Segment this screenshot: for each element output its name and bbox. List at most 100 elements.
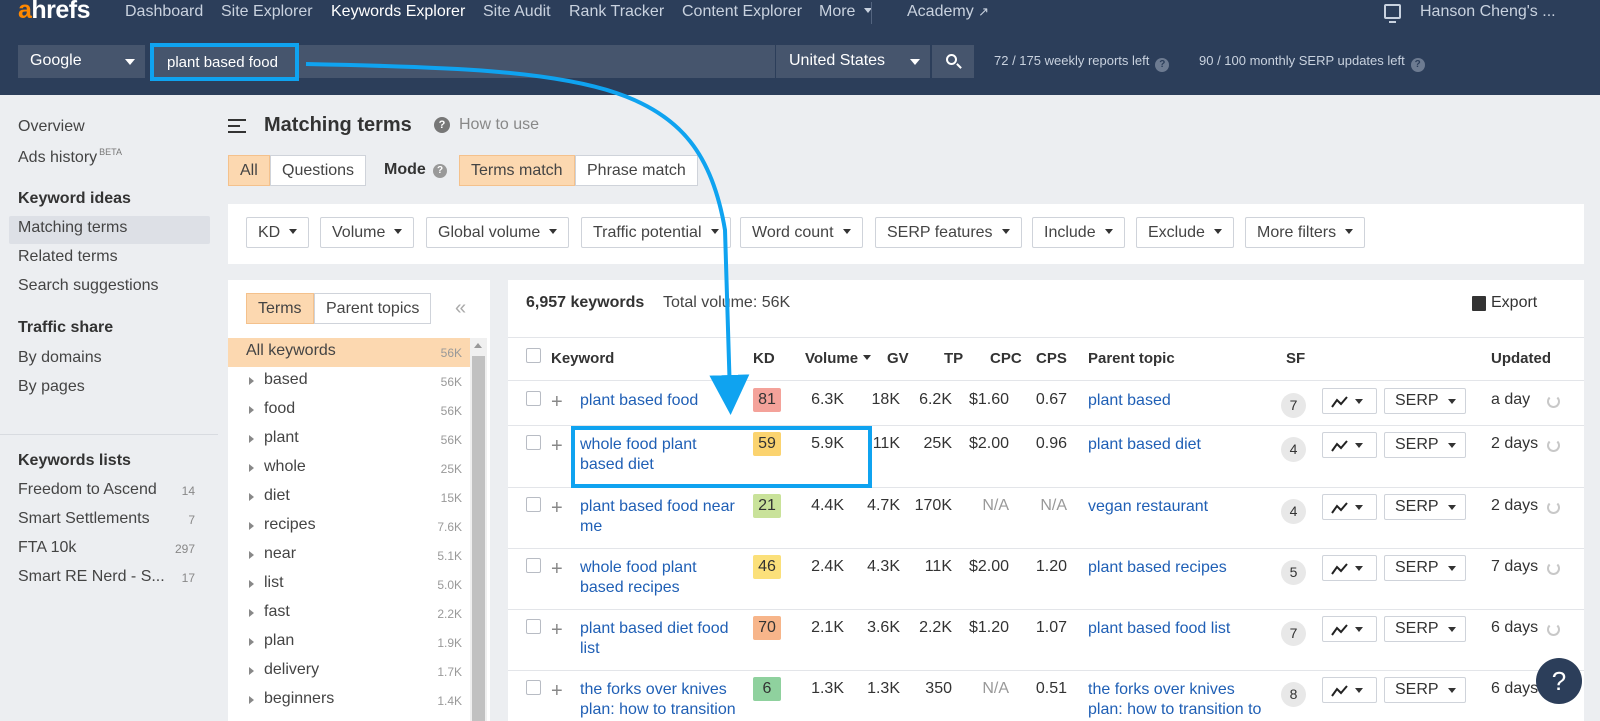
row-checkbox[interactable] — [526, 497, 541, 512]
col-sf[interactable]: SF — [1286, 350, 1305, 367]
keyword-list-item[interactable]: FTA 10k — [18, 539, 76, 557]
keyword-list-item[interactable]: Smart RE Nerd - S... — [18, 568, 165, 586]
parent-topic-link[interactable]: plant based — [1088, 391, 1171, 411]
add-to-list-icon[interactable]: + — [551, 559, 563, 579]
serp-dropdown[interactable]: SERP — [1384, 616, 1466, 642]
question-icon[interactable]: ? — [433, 164, 447, 178]
serp-dropdown[interactable]: SERP — [1384, 494, 1466, 520]
nav-dashboard[interactable]: Dashboard — [125, 3, 203, 21]
term-row[interactable]: diet 15K — [228, 483, 470, 512]
question-icon[interactable]: ? — [434, 117, 450, 133]
sidebar-item-overview[interactable]: Overview — [18, 118, 85, 136]
nav-more[interactable]: More — [819, 3, 873, 21]
sidebar-item-related-terms[interactable]: Related terms — [18, 248, 118, 266]
mode-phrase-match[interactable]: Phrase match — [575, 155, 698, 186]
refresh-icon[interactable] — [1547, 439, 1560, 452]
col-updated[interactable]: Updated — [1491, 350, 1551, 367]
col-keyword[interactable]: Keyword — [551, 350, 614, 367]
tab-questions[interactable]: Questions — [270, 155, 367, 186]
keyword-link[interactable]: the forks over knives plan: how to transi… — [580, 680, 736, 720]
filter-serp-features[interactable]: SERP features — [875, 217, 1022, 248]
col-gv[interactable]: GV — [887, 350, 909, 367]
nav-rank-tracker[interactable]: Rank Tracker — [569, 3, 664, 21]
nav-site-explorer[interactable]: Site Explorer — [221, 3, 313, 21]
term-row[interactable]: All keywords 56K — [228, 338, 470, 367]
select-all-checkbox[interactable] — [526, 348, 541, 363]
sidebar-item-by-pages[interactable]: By pages — [18, 378, 85, 396]
trend-dropdown[interactable] — [1322, 494, 1377, 520]
serp-features-count[interactable]: 8 — [1281, 682, 1306, 707]
keyword-link[interactable]: plant based diet food list — [580, 619, 729, 659]
parent-topic-link[interactable]: the forks over knives plan: how to transi… — [1088, 680, 1261, 720]
col-cps[interactable]: CPS — [1036, 350, 1067, 367]
term-row[interactable]: list 5.0K — [228, 570, 470, 599]
filter-volume[interactable]: Volume — [320, 217, 415, 248]
term-row[interactable]: food 56K — [228, 396, 470, 425]
trend-dropdown[interactable] — [1322, 616, 1377, 642]
question-icon[interactable]: ? — [1155, 58, 1170, 72]
col-tp[interactable]: TP — [944, 350, 963, 367]
add-to-list-icon[interactable]: + — [551, 620, 563, 640]
export-button[interactable]: Export — [1491, 294, 1537, 312]
term-row[interactable]: beginners 1.4K — [228, 686, 470, 715]
mode-terms-match[interactable]: Terms match — [459, 155, 575, 186]
country-select[interactable]: United States — [776, 45, 930, 78]
row-checkbox[interactable] — [526, 558, 541, 573]
refresh-icon[interactable] — [1547, 623, 1560, 636]
nav-academy[interactable]: Academy ↗ — [907, 3, 989, 21]
serp-dropdown[interactable]: SERP — [1384, 677, 1466, 703]
ahrefs-logo[interactable]: ahrefs — [18, 0, 91, 25]
user-menu[interactable]: Hanson Cheng's ... — [1420, 3, 1556, 21]
sidebar-item-ads-history[interactable]: Ads history BETA — [18, 147, 122, 167]
serp-dropdown[interactable]: SERP — [1384, 388, 1466, 414]
filter-global-volume[interactable]: Global volume — [426, 217, 570, 248]
keyword-list-item[interactable]: Smart Settlements — [18, 510, 150, 528]
sidebar-item-matching-terms[interactable]: Matching terms — [18, 219, 127, 237]
filter-include[interactable]: Include — [1032, 217, 1125, 248]
keyword-link[interactable]: whole food plant based recipes — [580, 558, 697, 598]
row-checkbox[interactable] — [526, 435, 541, 450]
parent-topic-link[interactable]: plant based recipes — [1088, 558, 1227, 578]
serp-features-count[interactable]: 4 — [1281, 499, 1306, 524]
serp-features-count[interactable]: 7 — [1281, 621, 1306, 646]
term-row[interactable]: plant 56K — [228, 425, 470, 454]
add-to-list-icon[interactable]: + — [551, 498, 563, 518]
search-engine-select[interactable]: Google — [18, 45, 145, 78]
row-checkbox[interactable] — [526, 391, 541, 406]
filter-more-filters[interactable]: More filters — [1245, 217, 1366, 248]
trend-dropdown[interactable] — [1322, 388, 1377, 414]
term-row[interactable]: delivery 1.7K — [228, 657, 470, 686]
row-checkbox[interactable] — [526, 680, 541, 695]
question-icon[interactable]: ? — [1410, 58, 1425, 72]
refresh-icon[interactable] — [1547, 562, 1560, 575]
term-row[interactable]: recipes 7.6K — [228, 512, 470, 541]
trend-dropdown[interactable] — [1322, 432, 1377, 458]
add-to-list-icon[interactable]: + — [551, 681, 563, 701]
col-cpc[interactable]: CPC — [990, 350, 1022, 367]
help-button[interactable]: ? — [1536, 658, 1582, 704]
filter-kd[interactable]: KD — [246, 217, 310, 248]
col-kd[interactable]: KD — [753, 350, 775, 367]
keyword-list-item[interactable]: Freedom to Ascend — [18, 481, 157, 499]
scrollbar[interactable] — [470, 338, 487, 721]
export-icon[interactable] — [1472, 296, 1486, 311]
parent-topic-link[interactable]: plant based diet — [1088, 435, 1201, 455]
row-checkbox[interactable] — [526, 619, 541, 634]
term-row[interactable]: fast 2.2K — [228, 599, 470, 628]
parent-topic-link[interactable]: vegan restaurant — [1088, 497, 1208, 517]
parent-topic-link[interactable]: plant based food list — [1088, 619, 1230, 639]
nav-content-explorer[interactable]: Content Explorer — [682, 3, 802, 21]
serp-dropdown[interactable]: SERP — [1384, 555, 1466, 581]
add-to-list-icon[interactable]: + — [551, 392, 563, 412]
nav-keywords-explorer[interactable]: Keywords Explorer — [331, 3, 465, 21]
filter-exclude[interactable]: Exclude — [1136, 217, 1234, 248]
keyword-input[interactable] — [150, 43, 299, 81]
filter-word-count[interactable]: Word count — [740, 217, 863, 248]
nav-site-audit[interactable]: Site Audit — [483, 3, 551, 21]
refresh-icon[interactable] — [1547, 501, 1560, 514]
term-row[interactable]: based 56K — [228, 367, 470, 396]
serp-features-count[interactable]: 4 — [1281, 437, 1306, 462]
col-volume[interactable]: Volume — [805, 350, 872, 367]
collapse-icon[interactable]: « — [455, 297, 466, 320]
tab-all[interactable]: All — [228, 155, 270, 186]
